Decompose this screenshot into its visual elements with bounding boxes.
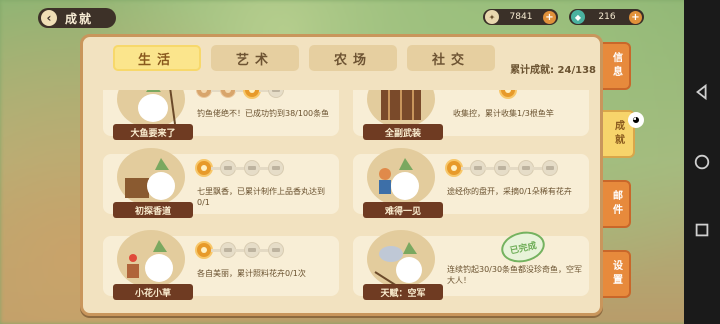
achievement-picture: 天赋：空军: [361, 230, 443, 300]
achievement-name: 初探香道: [113, 202, 193, 218]
progress-track: [197, 243, 283, 257]
achievement-card[interactable]: 初探香道 七里飘香，已累计制作上品香丸达到0/1: [103, 148, 339, 218]
achievement-picture: 大鱼要来了: [111, 90, 193, 140]
achievement-picture: 全副武装: [361, 90, 443, 140]
achievement-name: 难得一见: [363, 202, 443, 218]
achievement-picture: 难得一见: [361, 148, 443, 218]
achievement-picture: 小花小草: [111, 230, 193, 300]
achievement-card[interactable]: 全副武装 收集控，累计收集1/3根鱼竿: [353, 90, 589, 140]
home-circle-icon[interactable]: [692, 152, 712, 172]
recents-square-icon[interactable]: [692, 220, 712, 240]
tab-life[interactable]: 生活: [113, 45, 201, 71]
achievement-name: 小花小草: [113, 284, 193, 300]
progress-track: [197, 161, 283, 175]
achievement-desc: 各自美丽，累计照料花卉0/1次: [197, 269, 306, 278]
achievement-desc: 途经你的盘开，采摘0/1朵稀有花卉: [447, 187, 572, 196]
coin-icon: ✦: [485, 10, 499, 24]
gem-icon: ◆: [571, 10, 585, 24]
achievement-name: 大鱼要来了: [113, 124, 193, 140]
tab-art[interactable]: 艺术: [211, 45, 299, 71]
achievement-name: 全副武装: [363, 124, 443, 140]
add-coin-button[interactable]: +: [543, 10, 556, 24]
progress-track: [447, 161, 557, 175]
add-gem-button[interactable]: +: [629, 10, 642, 24]
achievement-card[interactable]: 天赋：空军 已完成 连续钓起30/30条鱼都没珍奇鱼，空军大人！: [353, 227, 589, 300]
completed-stamp: 已完成: [498, 227, 548, 267]
back-arrow-icon: ‹: [41, 10, 57, 26]
total-achievements: 累计成就: 24/138: [510, 65, 596, 76]
side-tab-mail[interactable]: 邮件: [603, 180, 631, 228]
side-tab-settings[interactable]: 设置: [603, 250, 631, 298]
side-tab-info[interactable]: 信息: [603, 42, 631, 90]
turnip-mascot-icon: ◕: [628, 112, 644, 128]
progress-track: [501, 90, 515, 97]
achievement-desc: 连续钓起30/30条鱼都没珍奇鱼，空军大人！: [447, 265, 583, 285]
page-title: 成就: [65, 11, 94, 26]
achievement-card[interactable]: 难得一见 途经你的盘开，采摘0/1朵稀有花卉: [353, 148, 589, 218]
coin-value: 7841: [509, 12, 533, 22]
back-triangle-icon[interactable]: [692, 82, 712, 102]
achievement-desc: 七里飘香，已累计制作上品香丸达到0/1: [197, 187, 325, 207]
achievement-desc: 钓鱼佬绝不！已成功钓到38/100条鱼: [197, 109, 330, 118]
gem-counter: ◆ 216 +: [569, 9, 644, 25]
achievement-card[interactable]: 小花小草 各自美丽，累计照料花卉0/1次: [103, 230, 339, 300]
achievement-card[interactable]: 大鱼要来了 钓鱼佬绝不！已成功钓到38/100条鱼: [103, 90, 339, 140]
achievement-list[interactable]: 大鱼要来了 钓鱼佬绝不！已成功钓到38/100条鱼 全副武装 收集控，累计收集1…: [103, 90, 593, 308]
achievement-name: 天赋：空军: [363, 284, 443, 300]
tab-social[interactable]: 社交: [407, 45, 495, 71]
progress-track: [197, 90, 283, 97]
gem-value: 216: [598, 12, 616, 22]
system-nav-bar: [684, 0, 720, 324]
coin-counter: ✦ 7841 +: [483, 9, 558, 25]
achievement-desc: 收集控，累计收集1/3根鱼竿: [453, 109, 554, 118]
tab-farm[interactable]: 农场: [309, 45, 397, 71]
back-button[interactable]: ‹ 成就: [38, 8, 116, 28]
achievement-picture: 初探香道: [111, 148, 193, 218]
